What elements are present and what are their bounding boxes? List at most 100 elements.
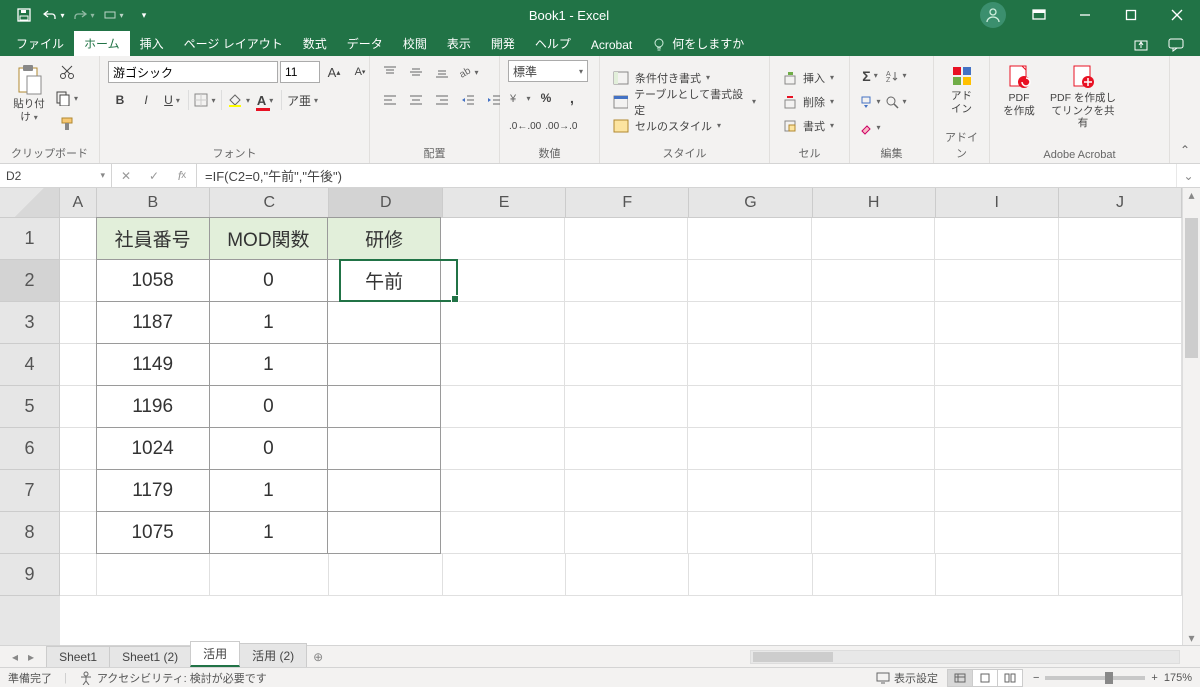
cell-B4[interactable]: 1149 <box>96 343 210 386</box>
sort-filter-button[interactable]: AZ <box>884 64 908 88</box>
qat-dropdown-icon[interactable]: ▾ <box>130 2 158 28</box>
number-format-selector[interactable]: 標準 <box>508 60 588 82</box>
cell-A7[interactable] <box>60 470 97 512</box>
cell-G6[interactable] <box>688 428 811 470</box>
cell-D7[interactable] <box>327 469 441 512</box>
format-as-table-button[interactable]: テーブルとして書式設定 <box>608 91 761 113</box>
tab-file[interactable]: ファイル <box>6 31 74 56</box>
font-color-button[interactable]: A <box>253 88 277 112</box>
cell-F4[interactable] <box>565 344 688 386</box>
cell-J5[interactable] <box>1059 386 1182 428</box>
cell-I8[interactable] <box>935 512 1058 554</box>
cell-G5[interactable] <box>688 386 811 428</box>
cell-styles-button[interactable]: セルのスタイル <box>608 115 726 137</box>
cell-E3[interactable] <box>441 302 564 344</box>
cell-B1[interactable]: 社員番号 <box>96 217 210 260</box>
column-header-C[interactable]: C <box>210 188 329 218</box>
fill-color-button[interactable] <box>226 88 251 112</box>
cancel-formula-button[interactable]: ✕ <box>112 164 140 187</box>
fill-button[interactable] <box>858 90 882 114</box>
cell-I1[interactable] <box>935 218 1058 260</box>
column-header-B[interactable]: B <box>97 188 211 218</box>
orientation-button[interactable]: ab <box>456 60 480 84</box>
cell-C5[interactable]: 0 <box>209 385 329 428</box>
undo-icon[interactable] <box>40 2 68 28</box>
sheet-tab[interactable]: 活用 (2) <box>239 643 307 667</box>
cell-A9[interactable] <box>60 554 97 596</box>
cell-D1[interactable]: 研修 <box>327 217 441 260</box>
save-icon[interactable] <box>10 2 38 28</box>
collapse-ribbon-button[interactable]: ⌃ <box>1170 56 1200 163</box>
sheet-nav-next[interactable]: ▸ <box>24 650 38 664</box>
addins-button[interactable]: アド イン <box>942 60 981 119</box>
align-middle-button[interactable] <box>404 60 428 84</box>
cell-I3[interactable] <box>935 302 1058 344</box>
column-header-F[interactable]: F <box>566 188 689 218</box>
ribbon-display-options-icon[interactable] <box>1016 0 1062 30</box>
zoom-out-button[interactable]: − <box>1033 672 1039 684</box>
cell-I9[interactable] <box>936 554 1059 596</box>
cell-G1[interactable] <box>688 218 811 260</box>
row-header-4[interactable]: 4 <box>0 344 60 386</box>
cell-E2[interactable] <box>441 260 564 302</box>
cell-D9[interactable] <box>329 554 443 596</box>
phonetic-button[interactable]: ア亜 <box>286 88 319 112</box>
cell-G4[interactable] <box>688 344 811 386</box>
column-header-G[interactable]: G <box>689 188 812 218</box>
scrollbar-thumb[interactable] <box>1185 218 1198 358</box>
cell-G8[interactable] <box>688 512 811 554</box>
cut-button[interactable] <box>54 60 79 84</box>
font-name-selector[interactable] <box>108 61 278 83</box>
increase-decimal-button[interactable]: .0←.00 <box>508 114 542 138</box>
align-top-button[interactable] <box>378 60 402 84</box>
cell-I5[interactable] <box>935 386 1058 428</box>
cell-H9[interactable] <box>813 554 936 596</box>
cell-I2[interactable] <box>935 260 1058 302</box>
cells-area[interactable]: 社員番号MOD関数研修10580午前1187111491119601024011… <box>60 218 1182 645</box>
create-pdf-button[interactable]: PDF を作成 <box>998 60 1040 121</box>
cell-J3[interactable] <box>1059 302 1182 344</box>
cell-A1[interactable] <box>60 218 97 260</box>
cell-H5[interactable] <box>812 386 935 428</box>
tab-acrobat[interactable]: Acrobat <box>581 34 642 56</box>
cell-H6[interactable] <box>812 428 935 470</box>
enter-formula-button[interactable]: ✓ <box>140 164 168 187</box>
cell-B6[interactable]: 1024 <box>96 427 210 470</box>
cell-E1[interactable] <box>441 218 564 260</box>
cell-C2[interactable]: 0 <box>209 259 329 302</box>
cell-C8[interactable]: 1 <box>209 511 329 554</box>
zoom-slider[interactable] <box>1045 676 1145 680</box>
paste-button[interactable]: 貼り付け <box>8 60 50 127</box>
display-settings[interactable]: 表示設定 <box>894 670 938 686</box>
cell-H8[interactable] <box>812 512 935 554</box>
cell-C7[interactable]: 1 <box>209 469 329 512</box>
align-right-button[interactable] <box>430 88 454 112</box>
tab-home[interactable]: ホーム <box>74 31 130 56</box>
cell-F1[interactable] <box>565 218 688 260</box>
tab-insert[interactable]: 挿入 <box>130 31 174 56</box>
cell-C3[interactable]: 1 <box>209 301 329 344</box>
sheet-tab[interactable]: Sheet1 (2) <box>109 646 191 667</box>
cell-E8[interactable] <box>441 512 564 554</box>
cell-E6[interactable] <box>441 428 564 470</box>
cell-D8[interactable] <box>327 511 441 554</box>
cell-J6[interactable] <box>1059 428 1182 470</box>
cell-J2[interactable] <box>1059 260 1182 302</box>
cell-H2[interactable] <box>812 260 935 302</box>
delete-cells-button[interactable]: 削除 <box>778 91 839 113</box>
cell-G3[interactable] <box>688 302 811 344</box>
font-size-selector[interactable] <box>280 61 320 83</box>
row-header-5[interactable]: 5 <box>0 386 60 428</box>
cell-J1[interactable] <box>1059 218 1182 260</box>
maximize-button[interactable] <box>1108 0 1154 30</box>
user-avatar-icon[interactable] <box>980 2 1006 28</box>
qat-customize-icon[interactable] <box>100 2 128 28</box>
row-header-7[interactable]: 7 <box>0 470 60 512</box>
cell-I7[interactable] <box>935 470 1058 512</box>
cell-I6[interactable] <box>935 428 1058 470</box>
tab-data[interactable]: データ <box>337 31 393 56</box>
percent-button[interactable]: % <box>534 86 558 110</box>
row-header-9[interactable]: 9 <box>0 554 60 596</box>
cell-B2[interactable]: 1058 <box>96 259 210 302</box>
redo-icon[interactable] <box>70 2 98 28</box>
